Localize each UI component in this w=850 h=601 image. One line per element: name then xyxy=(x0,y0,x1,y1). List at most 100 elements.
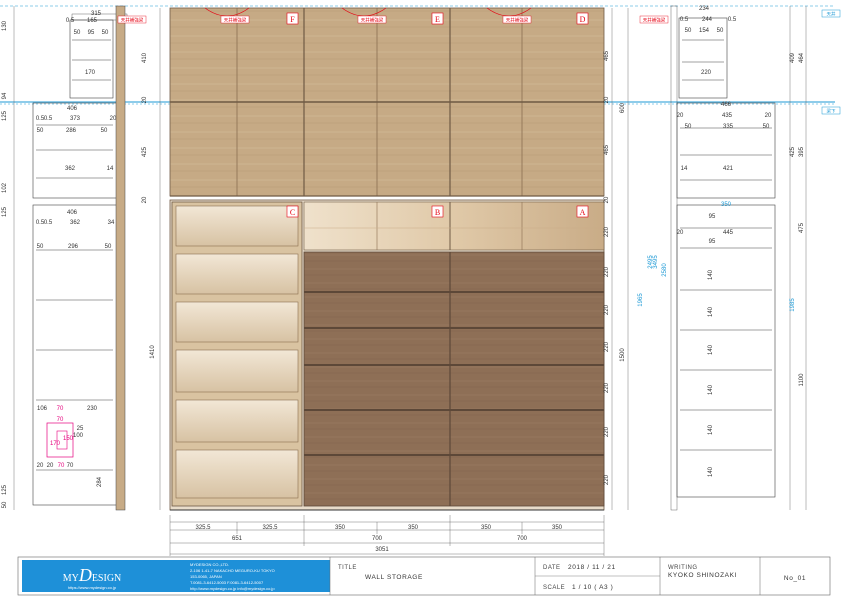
cyan-level-marks: 天井 梁下 xyxy=(821,9,841,115)
rt-244: 244 xyxy=(702,17,713,23)
dim-row1-4: 350 xyxy=(408,525,419,531)
door-label-d: D xyxy=(580,15,586,24)
ch-220b: 220 xyxy=(604,304,610,315)
rm-435: 435 xyxy=(722,113,733,119)
rm-50a: 50 xyxy=(685,124,692,130)
lm-w-50b: 50 xyxy=(101,128,108,134)
lh-125c: 125 xyxy=(2,484,8,495)
dim-row1-2: 325.5 xyxy=(262,525,278,531)
ch-220e: 220 xyxy=(604,426,610,437)
rt-50a: 50 xyxy=(685,28,692,34)
rm-335: 335 xyxy=(723,124,734,130)
rv-409: 409 xyxy=(790,52,796,63)
rt-220: 220 xyxy=(701,70,712,76)
rv-395: 395 xyxy=(799,146,805,157)
writing-label: WRITING xyxy=(668,565,698,571)
scale-value: 1 / 10 ( A3 ) xyxy=(572,584,613,591)
ll-w-406: 406 xyxy=(67,210,78,216)
pk-100: 100 xyxy=(73,433,84,439)
lt-w-165: 165 xyxy=(87,18,98,24)
lh-102: 102 xyxy=(2,182,8,193)
ch-20b: 20 xyxy=(604,196,610,203)
ch-1500: 1500 xyxy=(620,348,626,362)
dim-row1-1: 325.5 xyxy=(195,525,211,531)
company-address1: 2-106 1-41-7 NAKACHO MEGURO-KU TOKYO xyxy=(190,568,275,573)
lm-w-20: 20 xyxy=(110,116,117,122)
rl-95b: 95 xyxy=(709,239,716,245)
rm-421: 421 xyxy=(723,166,734,172)
lt-w-50b: 50 xyxy=(102,30,109,36)
title-value: WALL STORAGE xyxy=(365,574,423,581)
rt-234: 234 xyxy=(699,6,710,12)
pk-20b: 20 xyxy=(37,463,44,469)
scale-label: SCALE xyxy=(543,585,565,591)
ll-w-296: 296 xyxy=(68,244,79,250)
rl-140e: 140 xyxy=(708,424,714,435)
ll-w-70: 70 xyxy=(57,406,64,412)
lm-w-286: 286 xyxy=(66,128,77,134)
lh-125a: 125 xyxy=(2,110,8,121)
pk-170: 170 xyxy=(50,441,61,447)
beam-note-2: 天井補強梁 xyxy=(361,17,384,24)
rm-20a: 20 xyxy=(677,113,684,119)
title-block: MYDESIGN https://www.mydesign.co.jp MYDE… xyxy=(17,556,831,596)
dim-row1-3: 350 xyxy=(335,525,346,531)
rm-14: 14 xyxy=(681,166,688,172)
rv-464: 464 xyxy=(799,52,805,63)
lm-w-406: 406 xyxy=(67,106,78,112)
rl-20: 20 xyxy=(677,230,684,236)
right-side-elevation xyxy=(670,5,807,511)
lh-425: 425 xyxy=(142,146,148,157)
elevation-drawing: F E D C B A 天井補強梁 天井補強梁 天井補強梁 天井補強梁 天井補強… xyxy=(0,5,841,596)
ch-220a: 220 xyxy=(604,266,610,277)
lh-94: 94 xyxy=(2,92,8,99)
lh-410: 410 xyxy=(142,52,148,63)
lt-w-05: 0.5 xyxy=(66,18,75,24)
lh-20a: 20 xyxy=(142,96,148,103)
rv-1100: 1100 xyxy=(799,373,805,387)
front-elevation xyxy=(169,7,605,511)
rl-140a: 140 xyxy=(708,269,714,280)
lt-w-50a: 50 xyxy=(74,30,81,36)
ll-284: 284 xyxy=(97,476,103,487)
lm-w-14: 14 xyxy=(107,166,114,172)
door-label-f: F xyxy=(290,15,295,24)
ll-w-05b: 0.5 xyxy=(44,220,53,226)
beam-note-5: 天井補強梁 xyxy=(121,17,144,24)
lh-1410: 1410 xyxy=(150,345,156,359)
pk-70c: 70 xyxy=(67,463,74,469)
rt-154: 154 xyxy=(699,28,710,34)
ll-w-362: 362 xyxy=(70,220,81,226)
door-label-a: A xyxy=(580,208,586,217)
door-label-b: B xyxy=(435,208,440,217)
dim-row1-6: 350 xyxy=(552,525,563,531)
rm-50b: 50 xyxy=(763,124,770,130)
center-height-labels: 465 600 465 1500 220 220 220 220 220 220… xyxy=(604,50,626,485)
lh-50: 50 xyxy=(2,501,8,508)
lm-w-05b: 0.5 xyxy=(44,116,53,122)
ceiling-mark: 天井 xyxy=(827,11,836,18)
company-name: MYDESIGN CO.,LTD. xyxy=(190,562,229,567)
rt-50b: 50 xyxy=(717,28,724,34)
dim-total: 3051 xyxy=(375,547,389,553)
ll-w-34: 34 xyxy=(108,220,115,226)
writing-value: KYOKO SHINOZAKI xyxy=(668,572,737,579)
ch-220d: 220 xyxy=(604,382,610,393)
rm-466: 466 xyxy=(721,102,732,108)
ch-220g: 220 xyxy=(604,226,610,237)
dim-row2-2: 700 xyxy=(372,536,383,542)
company-phone: T.0081-3-6412-5003 F.0081-3-6412-5007 xyxy=(190,580,264,585)
rv-1965a: 1965 xyxy=(638,293,644,307)
company-address2: 153-0065, JAPAN xyxy=(190,574,222,579)
lm-w-50a: 50 xyxy=(37,128,44,134)
ll-w-50b: 50 xyxy=(105,244,112,250)
beam-bottom-mark: 梁下 xyxy=(827,108,836,115)
ll-w-230: 230 xyxy=(87,406,98,412)
ch-220f: 220 xyxy=(604,474,610,485)
rl-140b: 140 xyxy=(708,306,714,317)
lh-125b: 125 xyxy=(2,206,8,217)
right-width-dims: 234 244 0.5 0.5 50 154 50 220 466 20 435… xyxy=(677,6,772,477)
pk-70: 70 xyxy=(57,417,64,423)
pk-70b: 70 xyxy=(58,463,65,469)
door-label-c: C xyxy=(290,208,295,217)
